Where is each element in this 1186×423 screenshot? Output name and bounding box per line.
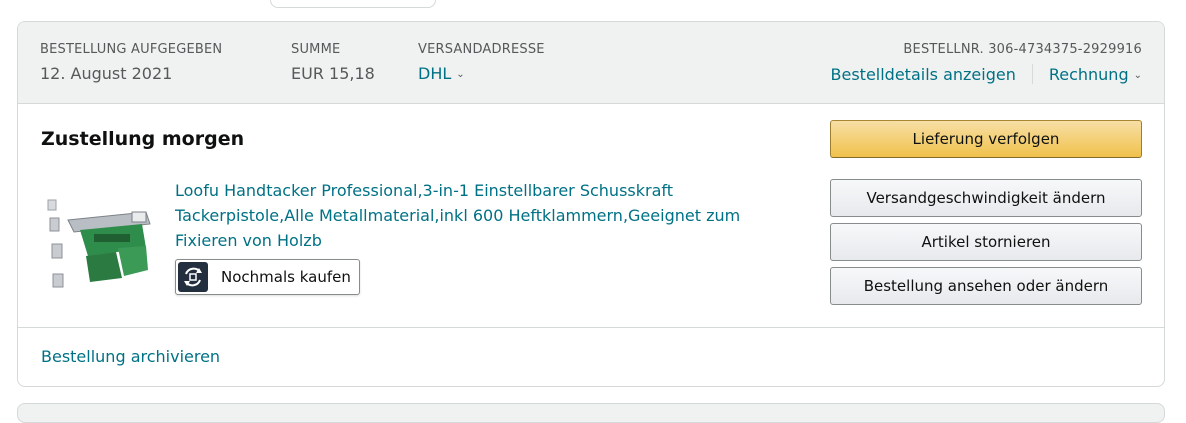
order-card: BESTELLUNG AUFGEGEBEN 12. August 2021 SU… [17,21,1165,387]
link-separator [1031,64,1033,84]
order-details-link[interactable]: Bestelldetails anzeigen [831,65,1016,84]
product-image[interactable] [46,190,156,294]
next-order-card-edge [17,403,1165,423]
chevron-down-icon[interactable]: ⌄ [1134,70,1142,81]
shipping-address-column: VERSANDADRESSE DHL ⌄ [418,42,545,85]
order-total-column: SUMME EUR 15,18 [291,42,375,84]
cancel-items-button[interactable]: Artikel stornieren [830,223,1142,261]
order-number-column: BESTELLNR. 306-4734375-2929916 Bestellde… [831,42,1142,86]
archive-order-link[interactable]: Bestellung archivieren [41,347,220,367]
card-divider [18,327,1164,328]
track-package-button[interactable]: Lieferung verfolgen [830,120,1142,158]
order-date-label: BESTELLUNG AUFGEGEBEN [40,42,223,57]
order-header-links: Bestelldetails anzeigen Rechnung ⌄ [831,64,1142,86]
buy-again-icon [178,262,208,292]
order-number: BESTELLNR. 306-4734375-2929916 [903,42,1142,57]
shipping-address-label: VERSANDADRESSE [418,42,545,57]
order-date-value: 12. August 2021 [40,64,173,83]
delivery-status-title: Zustellung morgen [41,128,245,150]
view-edit-order-button[interactable]: Bestellung ansehen oder ändern [830,267,1142,305]
buy-again-button[interactable]: Nochmals kaufen [175,259,360,295]
invoice-link[interactable]: Rechnung [1049,65,1129,84]
product-title-link[interactable]: Loofu Handtacker Professional,3-in-1 Ein… [175,178,755,253]
order-total-value: EUR 15,18 [291,64,375,83]
change-shipping-speed-button[interactable]: Versandgeschwindigkeit ändern [830,179,1142,217]
shipping-address-value[interactable]: DHL [418,64,451,83]
previous-element-edge [270,0,436,8]
order-total-label: SUMME [291,42,341,57]
order-date-column: BESTELLUNG AUFGEGEBEN 12. August 2021 [40,42,222,84]
buy-again-label: Nochmals kaufen [221,268,351,286]
chevron-down-icon[interactable]: ⌄ [456,69,464,80]
invoice-dropdown[interactable]: Rechnung ⌄ [1049,65,1142,84]
shipping-address-dropdown[interactable]: DHL ⌄ [418,64,545,85]
order-header: BESTELLUNG AUFGEGEBEN 12. August 2021 SU… [18,22,1164,104]
